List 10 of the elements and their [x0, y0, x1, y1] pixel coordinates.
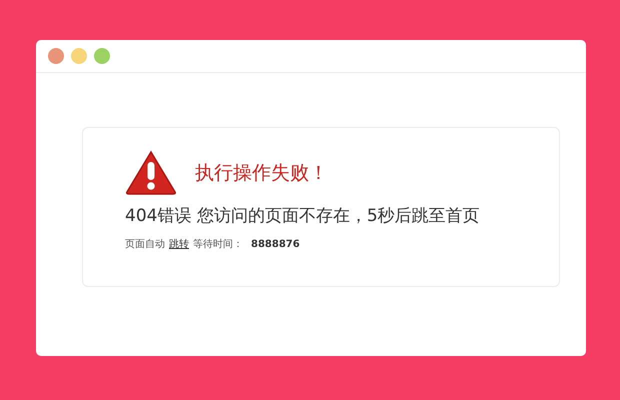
warning-icon: [125, 150, 177, 196]
redirect-text: 页面自动: [125, 238, 165, 251]
error-message: 404错误 您访问的页面不存在，5秒后跳至首页: [125, 205, 481, 227]
wait-label: 等待时间：: [193, 238, 243, 251]
error-title: 执行操作失败！: [195, 161, 328, 186]
countdown-value: 8888876: [251, 239, 300, 250]
redirect-link[interactable]: 跳转: [169, 237, 189, 251]
window-dot[interactable]: [48, 48, 64, 64]
window-dot[interactable]: [71, 48, 87, 64]
window-dot[interactable]: [94, 48, 110, 64]
